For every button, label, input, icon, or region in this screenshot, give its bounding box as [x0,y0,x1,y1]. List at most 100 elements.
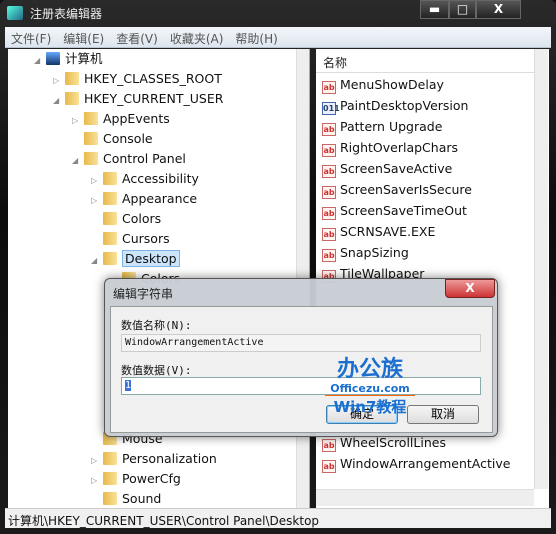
list-item[interactable]: ab ScreenSaveTimeOut [322,200,467,221]
list-item[interactable]: ab WindowArrangementActive [322,453,510,474]
expand-arrow-icon[interactable]: ▷ [91,471,103,491]
folder-icon [84,112,98,125]
folder-icon [103,192,117,205]
list-item[interactable]: ab RightOverlapChars [322,137,458,158]
value-name: RightOverlapChars [340,140,459,155]
binary-value-icon: 011 [322,102,340,115]
folder-icon [103,172,117,185]
value-name: WindowArrangementActive [340,456,511,471]
value-name: ScreenSaveTimeOut [340,203,467,218]
string-value-icon: ab [322,228,336,241]
edit-string-dialog: 编辑字符串 X 数值名称(N): WindowArrangementActive… [104,278,498,437]
menu-bar: 文件(F) 编辑(E) 查看(V) 收藏夹(A) 帮助(H) [5,27,551,48]
folder-icon [84,152,98,165]
value-name-field[interactable]: WindowArrangementActive [121,334,481,352]
list-horizontal-scrollbar[interactable] [316,489,534,506]
folder-icon [103,232,117,245]
folder-icon [103,492,117,505]
expand-arrow-icon[interactable]: ◢ [34,51,46,71]
tree-item-label: Personalization [122,451,217,466]
folder-icon [103,252,117,265]
expand-arrow-icon[interactable]: ◢ [72,151,84,171]
list-item[interactable]: ab Pattern Upgrade [322,116,442,137]
expand-arrow-icon[interactable]: ▷ [72,111,84,131]
string-value-icon: ab [322,186,336,199]
close-button[interactable]: X [476,0,521,19]
tree-item[interactable]: ▷ Personalization [91,449,217,469]
tree-item[interactable]: ◢ 计算机 [34,49,103,69]
tree-item[interactable]: ▷ Appearance [91,189,197,209]
string-value-icon: ab [322,249,336,262]
tree-item-label: Cursors [122,231,170,246]
tree-item[interactable]: Console [72,129,153,149]
tree-item-label: Console [103,131,153,146]
expand-arrow-icon[interactable]: ▷ [53,71,65,91]
regedit-app-icon [7,6,23,20]
tree-item[interactable]: Colors [91,209,161,229]
tree-item[interactable]: ▷ HKEY_CLASSES_ROOT [53,69,222,89]
cancel-button[interactable]: 取消 [407,405,479,424]
value-name: SnapSizing [340,245,409,260]
list-item[interactable]: ab ScreenSaveActive [322,158,452,179]
tree-item[interactable]: ◢ HKEY_CURRENT_USER [53,89,223,109]
tree-item-label: AppEvents [103,111,170,126]
string-value-icon: ab [322,439,336,452]
menu-3[interactable]: 收藏夹(A) [164,27,230,50]
status-bar-path: 计算机\HKEY_CURRENT_USER\Control Panel\Desk… [5,508,551,528]
expand-arrow-icon[interactable]: ▷ [91,191,103,211]
expand-arrow-icon[interactable]: ◢ [53,91,65,111]
tree-item-label: PowerCfg [122,471,181,486]
regedit-window: 注册表编辑器 ▬ □ X 文件(F) 编辑(E) 查看(V) 收藏夹(A) 帮助(H) … [0,0,556,534]
value-name: WheelScrollLines [340,435,446,450]
tree-item-label: Sound [122,491,162,506]
column-header-name[interactable]: 名称 [316,49,534,73]
tree-item[interactable]: Cursors [91,229,170,249]
dialog-close-button[interactable]: X [445,279,495,298]
expand-arrow-icon[interactable]: ▷ [91,171,103,191]
expand-arrow-icon[interactable]: ◢ [91,251,103,271]
menu-4[interactable]: 帮助(H) [229,27,283,50]
string-value-icon: ab [322,207,336,220]
menu-0[interactable]: 文件(F) [5,27,57,50]
list-vertical-scrollbar[interactable] [534,49,548,489]
tree-item[interactable]: ◢ Control Panel [72,149,186,169]
tree-item[interactable]: ▷ Accessibility [91,169,199,189]
string-value-icon: ab [322,81,336,94]
computer-icon [46,52,60,65]
expand-arrow-icon[interactable]: ▷ [91,451,103,471]
value-data-label: 数值数据(V): [121,364,192,377]
list-item[interactable]: 011PaintDesktopVersion [322,95,468,116]
tree-item[interactable]: ◢ Desktop [91,249,180,269]
tree-item[interactable]: Sound [91,489,161,508]
menu-2[interactable]: 查看(V) [110,27,164,50]
folder-icon [84,132,98,145]
tree-item-label: Accessibility [122,171,199,186]
value-name: ScreenSaverIsSecure [340,182,472,197]
tree-item-label: 计算机 [65,51,103,66]
dialog-title: 编辑字符串 [113,287,174,301]
string-value-icon: ab [322,144,336,157]
tree-item-label: Control Panel [103,151,186,166]
string-value-icon: ab [322,123,336,136]
list-item[interactable]: ab ScreenSaverIsSecure [322,179,472,200]
list-item[interactable]: ab SnapSizing [322,242,409,263]
value-name: MenuShowDelay [340,77,444,92]
value-data-input[interactable]: 1 [121,377,481,395]
officezu-watermark-logo: 办公族 Officezu.com Win7教程 [325,358,415,418]
list-item[interactable]: ab SCRNSAVE.EXE [322,221,435,242]
value-data-selected-text: 1 [125,380,132,391]
folder-icon [103,472,117,485]
folder-icon [65,92,79,105]
menu-1[interactable]: 编辑(E) [57,27,110,50]
minimize-button[interactable]: ▬ [420,0,449,19]
value-name-label: 数值名称(N): [121,319,192,332]
tree-item[interactable]: ▷ PowerCfg [91,469,181,489]
dialog-body: 数值名称(N): WindowArrangementActive 数值数据(V)… [110,306,493,433]
list-item[interactable]: ab MenuShowDelay [322,74,444,95]
maximize-button[interactable]: □ [449,0,476,19]
window-title: 注册表编辑器 [30,7,103,21]
value-name: ScreenSaveActive [340,161,453,176]
tree-item[interactable]: ▷ AppEvents [72,109,170,129]
tree-item-label: HKEY_CURRENT_USER [84,91,224,106]
folder-icon [65,72,79,85]
